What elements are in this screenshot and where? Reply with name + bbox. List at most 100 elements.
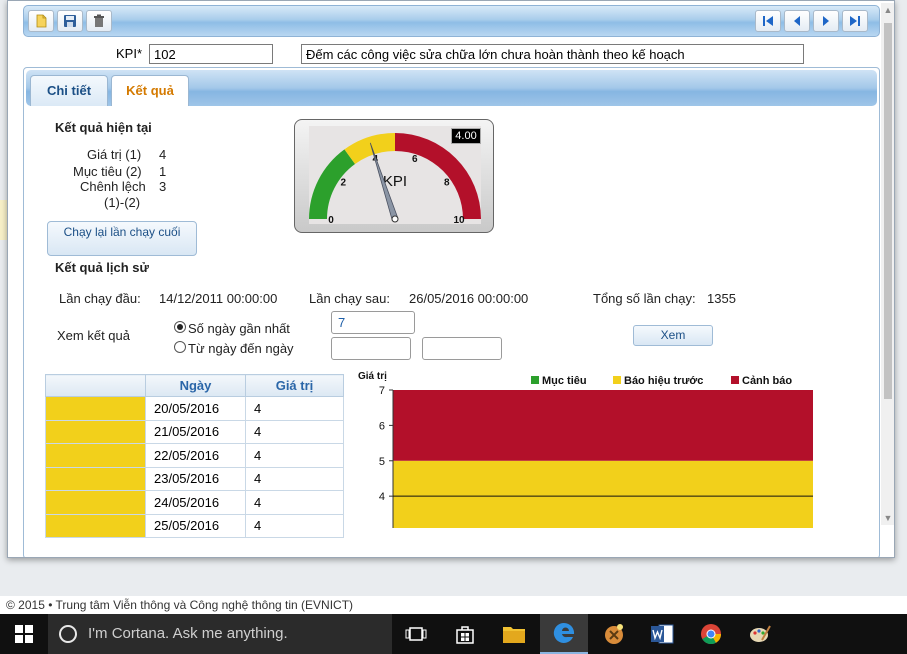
word-icon: [651, 624, 674, 644]
difference-text: 3: [159, 179, 167, 194]
from-date-input[interactable]: [331, 337, 411, 360]
gauge-tick-label: 10: [453, 215, 465, 226]
edge-button[interactable]: [540, 614, 588, 654]
delete-button[interactable]: [86, 10, 112, 32]
to-date-input[interactable]: [422, 337, 502, 360]
chart-y-tick-label: 6: [379, 420, 385, 432]
save-icon: [64, 15, 76, 27]
table-row[interactable]: 20/05/2016 4: [45, 396, 344, 421]
table-row[interactable]: 25/05/2016 4: [45, 513, 344, 538]
row-value: 4: [245, 490, 344, 515]
start-button[interactable]: [0, 614, 48, 654]
date-range-radio[interactable]: [174, 341, 186, 353]
row-status-color: [45, 396, 146, 421]
last-record-button[interactable]: [842, 10, 868, 32]
history-chart: Giá trị Mục tiêu Báo hiệu trước Cảnh báo 7 6 5…: [349, 363, 846, 533]
history-table: Ngày Giá trị 20/05/2016 4 21/05/2016 4 22/05…: [45, 374, 344, 538]
next-run-label: Lần chạy sau:: [309, 291, 390, 306]
row-status-color: [45, 513, 146, 538]
table-row[interactable]: 22/05/2016 4: [45, 443, 344, 468]
legend-label: Cảnh báo: [742, 375, 792, 387]
row-status-color: [45, 490, 146, 515]
difference-label: Chênh lệch: [80, 179, 146, 194]
kpi-row: KPI*: [8, 43, 888, 65]
gauge-tick-label: 8: [444, 177, 450, 188]
table-row[interactable]: 23/05/2016 4: [45, 466, 344, 491]
next-record-button[interactable]: [813, 10, 839, 32]
scroll-thumb[interactable]: [884, 23, 892, 399]
chart-y-tick-label: 5: [379, 456, 385, 468]
chart-band-1: [393, 390, 813, 461]
row-status-color: [45, 419, 146, 444]
chrome-button[interactable]: [687, 614, 735, 654]
file-explorer-button[interactable]: [490, 614, 538, 654]
table-header-row: Ngày Giá trị: [45, 374, 344, 397]
legend-swatch: [531, 376, 539, 384]
history-title: Kết quả lịch sử: [55, 260, 149, 275]
date-column-header[interactable]: Ngày: [145, 374, 246, 397]
gauge-tick-label: 0: [328, 215, 334, 226]
toolbar: [23, 5, 880, 37]
rerun-last-button[interactable]: Chạy lại lần chạy cuối: [47, 221, 197, 256]
current-result-title: Kết quả hiện tại: [55, 120, 152, 135]
table-row[interactable]: 24/05/2016 4: [45, 490, 344, 515]
cortana-search-box[interactable]: I'm Cortana. Ask me anything.: [48, 614, 392, 654]
previous-record-button[interactable]: [784, 10, 810, 32]
tab-result[interactable]: Kết quả: [111, 75, 189, 106]
recent-days-input[interactable]: [331, 311, 415, 334]
first-record-button[interactable]: [755, 10, 781, 32]
kpi-description-input[interactable]: [301, 44, 804, 64]
legend-swatch: [731, 376, 739, 384]
row-date: 22/05/2016: [145, 443, 246, 468]
store-icon: [456, 626, 474, 644]
store-button[interactable]: [441, 614, 489, 654]
value-column-header[interactable]: Giá trị: [245, 374, 344, 397]
tab-detail[interactable]: Chi tiết: [30, 75, 108, 106]
total-runs-value: 1355: [707, 291, 736, 306]
first-run-value: 14/12/2011 00:00:00: [159, 291, 278, 306]
target-text: 1: [159, 164, 167, 179]
paint-button[interactable]: [736, 614, 784, 654]
word-button[interactable]: [638, 614, 686, 654]
scroll-up-arrow-icon[interactable]: ▲: [881, 3, 894, 17]
paint-icon: [750, 625, 771, 642]
row-value: 4: [245, 443, 344, 468]
legend-swatch: [613, 376, 621, 384]
gauge-tick-label: 2: [340, 177, 346, 188]
page-footer: © 2015 • Trung tâm Viễn thông và Công ng…: [0, 596, 907, 614]
task-view-button[interactable]: [392, 614, 440, 654]
kpi-code-input[interactable]: [149, 44, 273, 64]
kpi-label: KPI*: [116, 46, 143, 61]
legend-label: Báo hiệu trước: [624, 375, 703, 387]
chart-y-label: Giá trị: [358, 371, 387, 382]
windows-start-icon: [15, 625, 33, 643]
value-text: 4: [159, 147, 167, 162]
save-button[interactable]: [57, 10, 83, 32]
difference-formula-label: (1)-(2): [104, 195, 141, 210]
scroll-down-arrow-icon[interactable]: ▼: [881, 511, 894, 525]
row-date: 21/05/2016: [145, 419, 246, 444]
app-button[interactable]: [590, 614, 638, 654]
vertical-scrollbar[interactable]: ▲ ▼: [881, 3, 894, 525]
row-value: 4: [245, 419, 344, 444]
row-value: 4: [245, 466, 344, 491]
cortana-icon: [59, 625, 77, 643]
first-run-label: Lần chạy đầu:: [59, 291, 141, 306]
row-value: 4: [245, 513, 344, 538]
row-status-color: [45, 443, 146, 468]
recent-days-label: Số ngày gần nhất: [188, 321, 290, 336]
chart-band-0: [393, 460, 813, 528]
new-button[interactable]: [28, 10, 54, 32]
task-view-icon: [405, 627, 427, 641]
view-button[interactable]: Xem: [633, 325, 713, 346]
color-column-header: [45, 374, 146, 397]
recent-days-radio[interactable]: [174, 321, 186, 333]
file-explorer-icon: [503, 627, 525, 643]
trash-icon: [94, 14, 104, 27]
row-date: 23/05/2016: [145, 466, 246, 491]
table-row[interactable]: 21/05/2016 4: [45, 419, 344, 444]
windows-taskbar: I'm Cortana. Ask me anything.: [0, 614, 907, 654]
total-runs-label: Tổng số lần chạy:: [593, 291, 696, 306]
chart-y-tick-label: 4: [379, 491, 385, 503]
gauge-tick-label: 6: [412, 154, 418, 165]
